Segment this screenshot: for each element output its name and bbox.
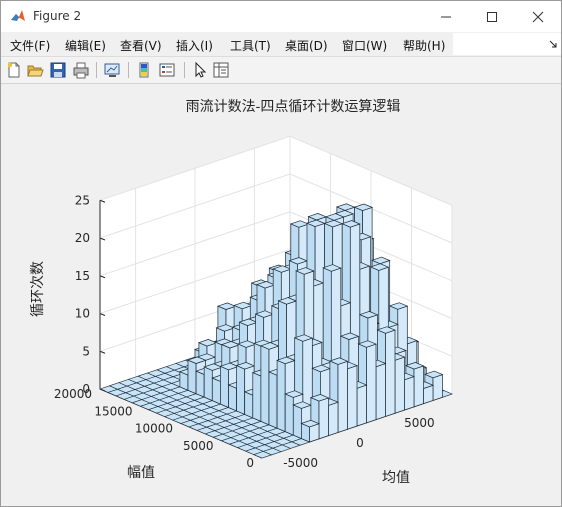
- bar3-chart[interactable]: 雨流计数法-四点循环计数运算逻辑 25 20 15 10 5 0 200001500010…: [1, 84, 561, 506]
- bar-side: [236, 365, 246, 415]
- bar-side: [284, 393, 294, 436]
- bar-front: [385, 329, 396, 417]
- bar-front: [347, 365, 358, 430]
- bar-side: [220, 365, 229, 409]
- bar-side: [252, 372, 262, 422]
- print-icon[interactable]: [72, 61, 90, 79]
- maximize-button[interactable]: [469, 1, 515, 32]
- close-button[interactable]: [515, 1, 561, 32]
- bar-front: [413, 365, 424, 408]
- toolbar-separator: [128, 62, 129, 78]
- save-icon[interactable]: [49, 61, 67, 79]
- menu-help[interactable]: 帮助(H): [403, 37, 445, 54]
- bar-side: [211, 377, 221, 405]
- bar-side: [268, 371, 278, 429]
- bar-front: [356, 384, 367, 427]
- chart-title: 雨流计数法-四点循环计数运算逻辑: [186, 99, 401, 115]
- bar-front: [375, 363, 386, 421]
- bar-side: [195, 370, 205, 398]
- bar-side: [244, 391, 254, 419]
- new-figure-icon[interactable]: [5, 61, 23, 79]
- x-tick-label: 0: [356, 436, 364, 450]
- dock-arrow-icon[interactable]: [548, 39, 558, 49]
- menu-view[interactable]: 查看(V): [120, 37, 162, 54]
- link-plot-icon[interactable]: [103, 61, 121, 79]
- minimize-button[interactable]: [423, 1, 469, 32]
- minimize-icon: [441, 16, 451, 17]
- bar-side: [292, 404, 302, 440]
- figure-toolbar: [1, 57, 561, 84]
- menu-desktop[interactable]: 桌面(D): [285, 37, 328, 54]
- z-axis-label: 循环次数: [30, 261, 46, 317]
- toolbar-separator: [96, 62, 97, 78]
- bar-side: [228, 384, 237, 412]
- menu-edit[interactable]: 编辑(E): [65, 37, 106, 54]
- bar-front: [366, 343, 377, 424]
- x-axis-label: 均值: [382, 470, 410, 486]
- close-icon: [532, 11, 544, 22]
- property-inspector-icon[interactable]: [212, 61, 230, 79]
- matlab-icon: [11, 10, 25, 21]
- bar: [300, 419, 320, 443]
- pointer-icon[interactable]: [191, 61, 209, 79]
- menu-blank-area: [453, 33, 561, 55]
- window-title: Figure 2: [33, 9, 82, 23]
- bar-side: [187, 359, 197, 395]
- menu-file[interactable]: 文件(F): [10, 37, 50, 54]
- open-file-icon[interactable]: [26, 61, 44, 79]
- y-tick-label: 20000: [54, 387, 92, 401]
- z-tick-label: 25: [75, 193, 90, 207]
- bar-front: [328, 401, 339, 437]
- bar-side: [203, 366, 213, 402]
- bar-side: [260, 345, 270, 426]
- toolbar-separator: [184, 62, 185, 78]
- bar-front: [337, 360, 348, 433]
- menu-window[interactable]: 窗口(W): [342, 37, 387, 54]
- figure-canvas: 雨流计数法-四点循环计数运算逻辑 25 20 15 10 5 0 20000 15000 10…: [1, 84, 561, 506]
- z-tick-label: 15: [75, 269, 90, 283]
- x-tick-label: 5000: [404, 416, 435, 430]
- menu-tools[interactable]: 工具(T): [230, 37, 271, 54]
- y-tick-label: 5000: [183, 439, 214, 453]
- bar-front: [318, 397, 329, 440]
- figure-window: Figure 2 文件(F) 编辑(E) 查看(V) 插入(I) 工具(T) 桌…: [0, 0, 562, 507]
- z-tick-label: 5: [82, 344, 90, 358]
- maximize-icon: [487, 11, 497, 22]
- bar-front: [404, 376, 415, 411]
- z-tick-label: 20: [75, 231, 90, 245]
- y-tick-label: 10000: [135, 422, 173, 436]
- bar-front: [432, 374, 443, 401]
- z-tick-label: 10: [75, 307, 90, 321]
- y-tick-label: 0: [246, 456, 254, 470]
- x-tick-label: -5000: [283, 456, 318, 470]
- menu-insert[interactable]: 插入(I): [176, 37, 213, 54]
- insert-legend-icon[interactable]: [158, 61, 176, 79]
- title-bar: Figure 2: [1, 1, 561, 32]
- y-tick-label: 15000: [94, 404, 132, 418]
- bar-front: [394, 356, 405, 414]
- insert-colorbar-icon[interactable]: [135, 61, 153, 79]
- y-axis-label: 幅值: [127, 465, 155, 481]
- bar-side: [276, 359, 286, 433]
